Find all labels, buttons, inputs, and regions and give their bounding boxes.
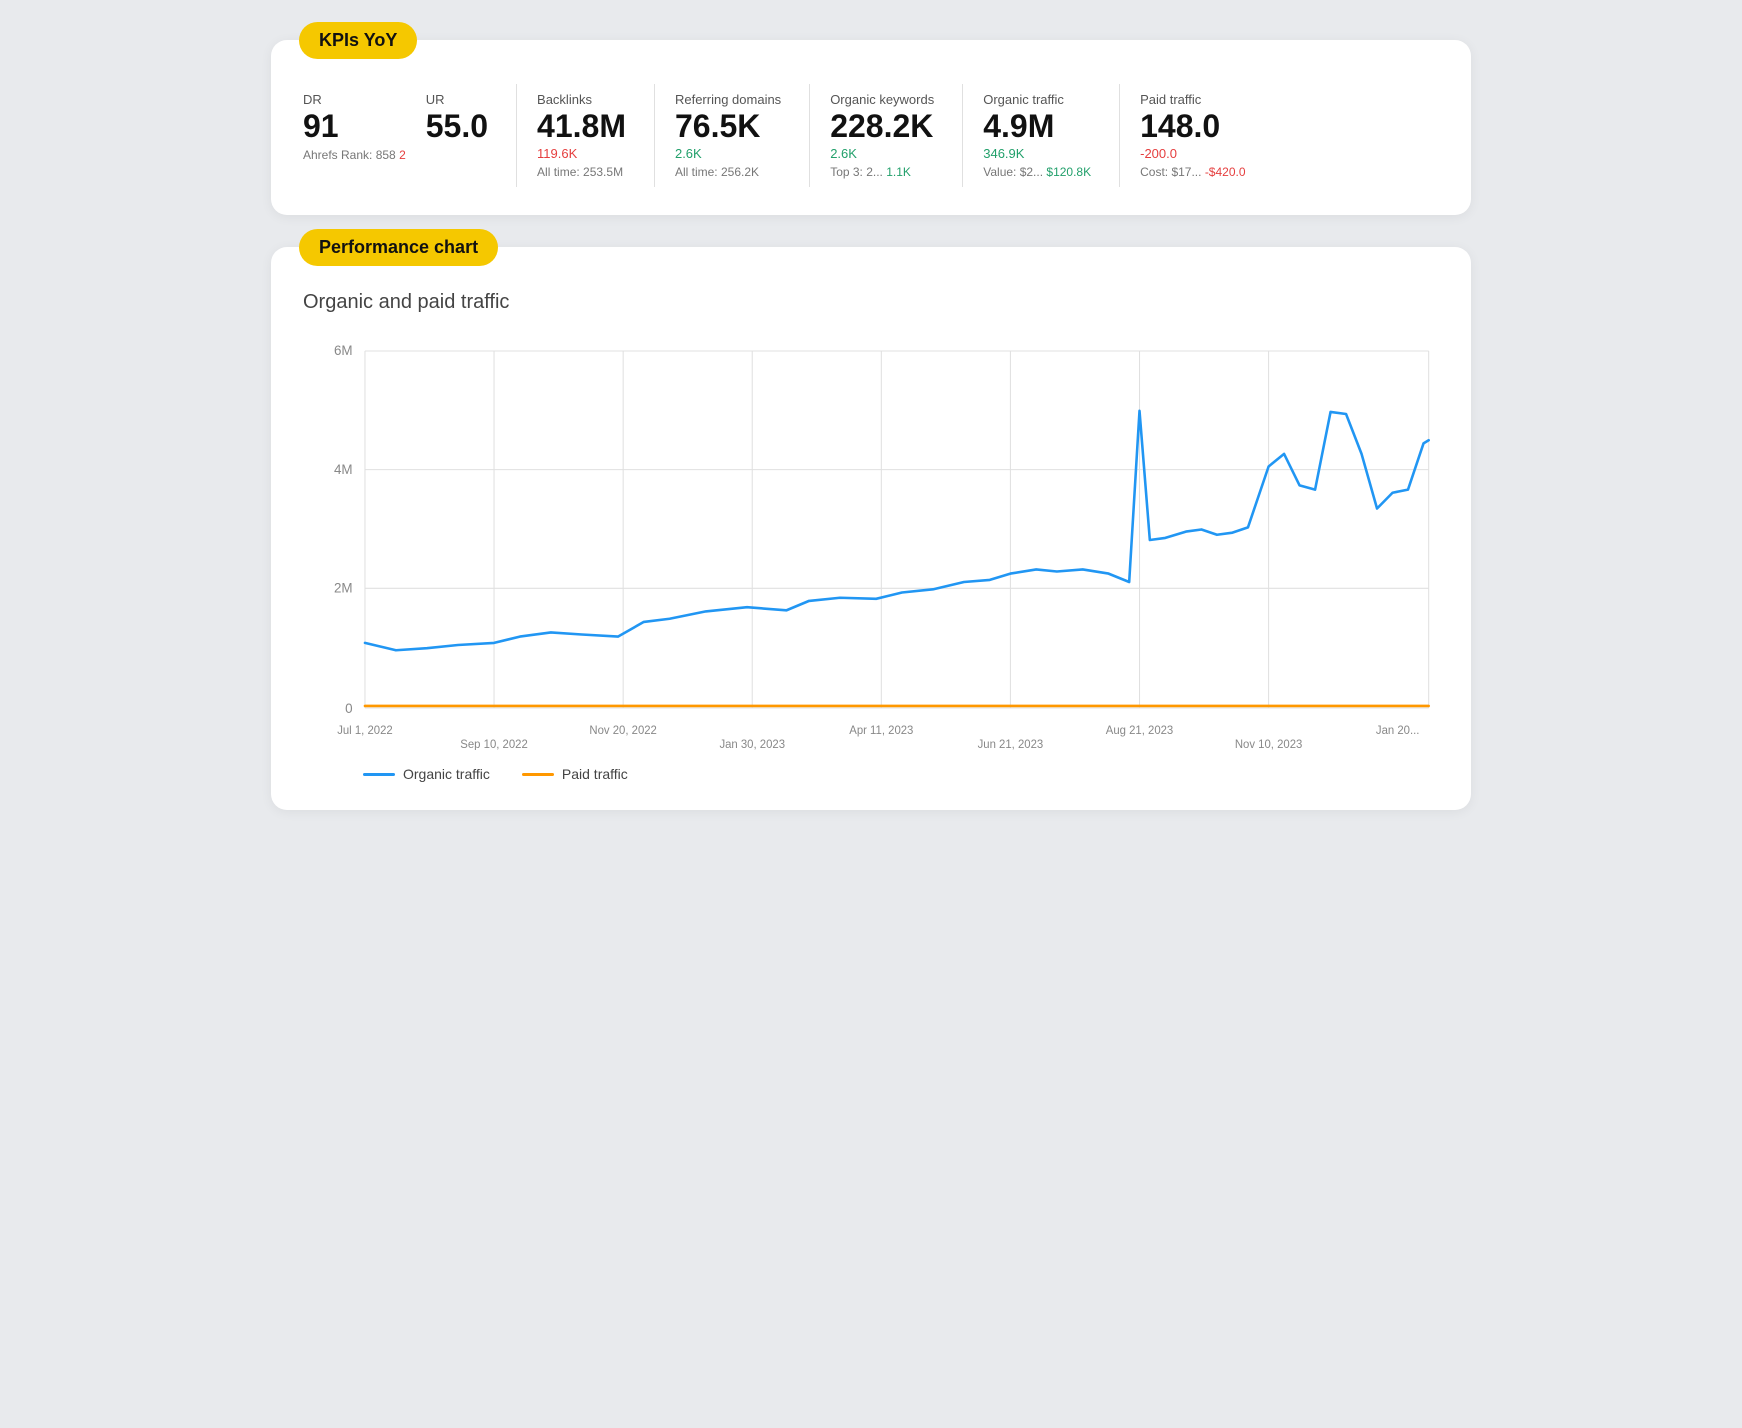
legend-paid-line (522, 773, 554, 776)
chart-container: 0 2M 4M 6M Jul 1, 2022 Nov 20, 2022 Apr … (303, 330, 1439, 750)
chart-card: Performance chart Organic and paid traff… (271, 247, 1471, 810)
kpi-sub-highlight-4: 1.1K (886, 165, 911, 179)
kpi-item-5: Organic traffic 4.9M 346.9K Value: $2... $1… (962, 84, 1111, 187)
kpi-sub-highlight-6: -$420.0 (1205, 165, 1246, 179)
kpi-item-6: Paid traffic 148.0 -200.0 Cost: $17... -$42… (1119, 84, 1265, 187)
kpi-value-5: 4.9M (983, 109, 1091, 144)
kpi-sub-highlight-5: $120.8K (1046, 165, 1091, 179)
chart-title: Organic and paid traffic (303, 291, 1439, 314)
kpi-value-0: 91 (303, 109, 406, 144)
kpi-sub-5: Value: $2... $120.8K (983, 165, 1091, 179)
svg-text:0: 0 (345, 701, 352, 716)
svg-text:Aug 21, 2023: Aug 21, 2023 (1106, 725, 1173, 737)
svg-text:Apr 11, 2023: Apr 11, 2023 (849, 725, 913, 737)
kpi-sub-2: All time: 253.5M (537, 165, 626, 179)
svg-text:Jan 30, 2023: Jan 30, 2023 (719, 739, 785, 750)
svg-text:Jan 20...: Jan 20... (1376, 725, 1420, 737)
svg-text:Nov 10, 2023: Nov 10, 2023 (1235, 739, 1302, 750)
kpi-label-0: DR (303, 92, 406, 107)
kpi-value-1: 55.0 (426, 109, 488, 144)
kpi-sub-highlight-0: 2 (399, 148, 406, 162)
kpi-value-3: 76.5K (675, 109, 781, 144)
chart-legend: Organic traffic Paid traffic (303, 766, 1439, 782)
kpi-label-2: Backlinks (537, 92, 626, 107)
kpi-sub-0: Ahrefs Rank: 858 2 (303, 148, 406, 162)
legend-organic-line (363, 773, 395, 776)
svg-text:Jun 21, 2023: Jun 21, 2023 (978, 739, 1044, 750)
legend-paid: Paid traffic (522, 766, 628, 782)
legend-organic: Organic traffic (363, 766, 490, 782)
performance-chart-svg: 0 2M 4M 6M Jul 1, 2022 Nov 20, 2022 Apr … (303, 330, 1439, 750)
kpi-label-6: Paid traffic (1140, 92, 1245, 107)
legend-paid-label: Paid traffic (562, 766, 628, 782)
svg-text:Sep 10, 2022: Sep 10, 2022 (460, 739, 527, 750)
kpi-sub-4: Top 3: 2... 1.1K (830, 165, 934, 179)
kpi-delta-5: 346.9K (983, 146, 1091, 161)
chart-badge: Performance chart (299, 229, 498, 266)
kpi-label-4: Organic keywords (830, 92, 934, 107)
kpi-sub-3: All time: 256.2K (675, 165, 781, 179)
kpis-badge: KPIs YoY (299, 22, 417, 59)
svg-text:Nov 20, 2022: Nov 20, 2022 (589, 725, 656, 737)
kpis-card: KPIs YoY DR91Ahrefs Rank: 858 2UR55.0Bac… (271, 40, 1471, 215)
kpi-sub-6: Cost: $17... -$420.0 (1140, 165, 1245, 179)
legend-organic-label: Organic traffic (403, 766, 490, 782)
kpi-item-3: Referring domains 76.5K 2.6K All time: 256.… (654, 84, 801, 187)
kpi-item-1: UR 55.0 (426, 84, 508, 152)
kpi-value-4: 228.2K (830, 109, 934, 144)
kpi-delta-6: -200.0 (1140, 146, 1245, 161)
kpi-delta-4: 2.6K (830, 146, 934, 161)
kpi-item-4: Organic keywords 228.2K 2.6K Top 3: 2... 1.… (809, 84, 954, 187)
kpi-label-1: UR (426, 92, 488, 107)
kpi-delta-3: 2.6K (675, 146, 781, 161)
kpi-label-5: Organic traffic (983, 92, 1091, 107)
svg-text:4M: 4M (334, 462, 353, 477)
kpi-value-6: 148.0 (1140, 109, 1245, 144)
kpi-item-2: Backlinks 41.8M 119.6K All time: 253.5M (516, 84, 646, 187)
kpi-value-2: 41.8M (537, 109, 626, 144)
kpis-row: DR 91 Ahrefs Rank: 858 2 UR 55.0 Backlinks 41.… (303, 84, 1439, 187)
kpi-delta-2: 119.6K (537, 146, 626, 161)
svg-text:Jul 1, 2022: Jul 1, 2022 (337, 725, 393, 737)
kpi-item-0: DR 91 Ahrefs Rank: 858 2 (303, 84, 426, 170)
kpi-label-3: Referring domains (675, 92, 781, 107)
svg-text:6M: 6M (334, 343, 353, 358)
svg-text:2M: 2M (334, 581, 353, 596)
